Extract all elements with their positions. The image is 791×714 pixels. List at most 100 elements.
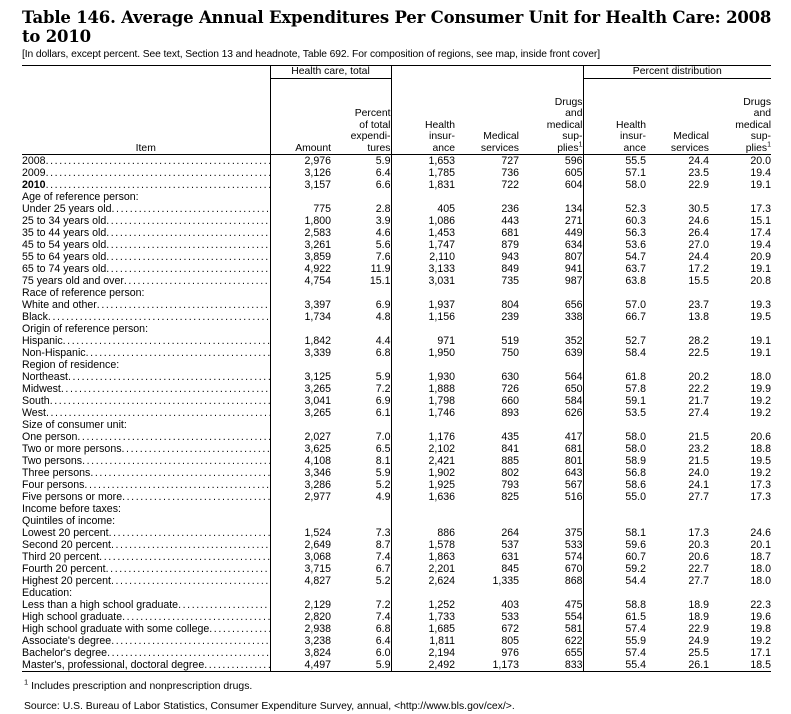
leader-dots: ........................................… [122,611,270,623]
table-cell: 4,754 [269,275,331,287]
table-cell: 5.9 [331,154,391,167]
table-cell: 17.3 [750,479,772,491]
row-label-text: Midwest [22,383,61,395]
table-cell: 845 [501,563,519,575]
row-label: Northeast...............................… [22,371,270,383]
table-row: South...................................… [22,395,771,407]
table-cell: 804 [501,299,519,311]
table-cell [455,287,519,299]
leader-dots: ........................................… [45,167,270,179]
table-cell: 403 [501,599,519,611]
table-cell: 6.9 [375,395,391,407]
table-cell: 4.8 [375,311,391,323]
leader-dots: ........................................… [45,179,270,191]
header-col-pd-drugs-supplies-l1: Drugs [743,96,772,108]
table-row: 55 to 64 years old......................… [22,251,771,263]
header-col-health-insurance-l1: Health [424,119,455,131]
table-cell [709,587,771,599]
table-cell: 1,086 [390,215,455,227]
table-cell [455,359,519,371]
row-label: White and other.........................… [22,299,270,311]
table-cell: 338 [564,311,583,323]
leader-dots: ........................................… [178,599,270,611]
table-cell: 656 [564,299,583,311]
leader-dots: ........................................… [96,299,270,311]
table-cell [455,503,519,515]
table-cell: 3,625 [269,443,331,455]
table-cell: 6.1 [375,407,391,419]
table-cell: 2,110 [390,251,455,263]
table-cell: 2,201 [390,563,455,575]
table-cell: 681 [564,443,583,455]
table-cell: 20.8 [750,275,772,287]
leader-dots: ........................................… [110,575,270,587]
table-cell: 20.3 [688,539,709,551]
table-cell: 443 [501,215,519,227]
table-cell: 61.5 [582,611,646,623]
leader-dots: ........................................… [99,551,270,563]
table-cell [331,419,391,431]
table-cell: 15.1 [750,215,772,227]
table-cell [269,287,331,299]
table-cell: 2,027 [269,431,331,443]
table-cell: 3,157 [269,179,331,191]
row-label: Associate's degree......................… [22,635,270,647]
table-cell: 6.0 [375,647,391,659]
table-cell [390,287,455,299]
table-cell: 27.4 [688,407,709,419]
table-cell [455,587,519,599]
table-cell: 24.9 [688,635,709,647]
table-cell [582,587,646,599]
table-cell: 825 [501,491,519,503]
table-cell: 1,831 [390,179,455,191]
table-cell: 6.6 [375,179,391,191]
table-cell: 3,859 [269,251,331,263]
table-cell: 52.7 [582,335,646,347]
table-cell: 18.7 [750,551,772,563]
table-cell: 17.2 [688,263,709,275]
table-cell [582,515,646,527]
table-cell [646,287,709,299]
table-cell: 1,800 [269,215,331,227]
row-label: Bachelor's degree.......................… [22,647,270,659]
table-cell: 28.2 [688,335,709,347]
table-row: White and other.........................… [22,299,771,311]
table-cell: 533 [501,611,519,623]
table-cell [390,587,455,599]
row-label: 2008....................................… [22,154,270,167]
row-label-text: Education: [22,587,73,599]
table-cell: 3,346 [269,467,331,479]
table-cell: 24.0 [688,467,709,479]
table-cell [390,515,455,527]
row-label: 35 to 44 years old......................… [22,227,270,239]
table-cell: 801 [564,455,583,467]
row-label-text: Two or more persons [22,443,122,455]
table-cell: 27.0 [688,239,709,251]
table-cell: 53.6 [582,239,646,251]
table-cell: 18.0 [750,575,772,587]
table-cell: 58.4 [582,347,646,359]
table-cell: 681 [501,227,519,239]
row-label: Two or more persons.....................… [22,443,270,455]
row-label: 45 to 54 years old......................… [22,239,270,251]
table-cell: 987 [564,275,583,287]
table-row: 2010....................................… [22,179,771,191]
table-cell: 22.7 [688,563,709,575]
table-cell: 1,747 [390,239,455,251]
table-cell: 27.7 [688,575,709,587]
table-cell [709,287,771,299]
header-col-health-insurance-l2: insur- [429,131,455,143]
header-col-pd-drugs-supplies: Drugs and medical sup- plies1 [709,79,771,155]
table-cell [331,587,391,599]
table-cell: 3,265 [269,407,331,419]
table-cell [390,191,455,203]
header-col-pd-drugs-supplies-l2: and [753,108,772,120]
table-cell: 519 [501,335,519,347]
header-col-health-insurance: Health insur- ance [390,78,455,155]
row-label: Third 20 percent........................… [22,551,270,563]
table-cell: 24.1 [688,479,709,491]
table-cell: 1,842 [269,335,331,347]
table-cell [455,419,519,431]
row-label-text: 75 years old and over [22,275,124,287]
table-cell [646,419,709,431]
